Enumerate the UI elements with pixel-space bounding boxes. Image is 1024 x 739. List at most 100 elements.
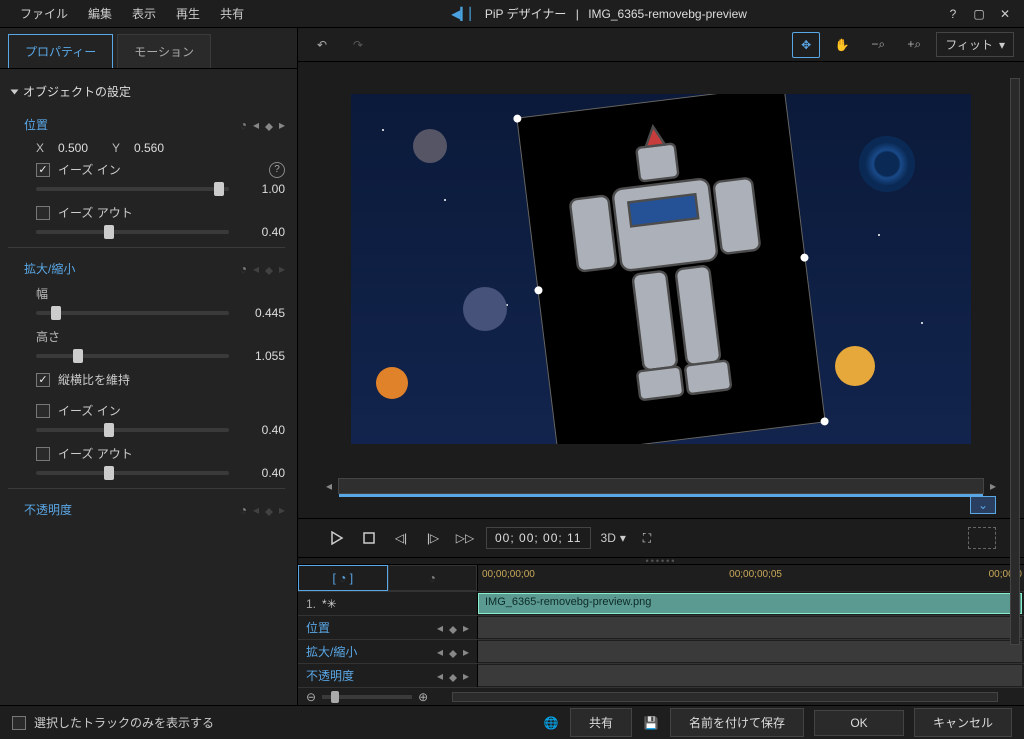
fast-forward-icon[interactable]: ▷▷ [454,527,476,549]
prev-frame-icon[interactable]: ◁| [390,527,412,549]
scale-width-label: 幅 [36,285,285,302]
close-icon[interactable]: ✕ [996,5,1014,23]
next-keyframe-icon[interactable]: ▸ [279,262,285,276]
ease-in-label: イーズ イン [58,161,121,178]
timeline-ruler[interactable]: 00;00;00;00 00;00;00;05 00;00;0 [478,565,1024,591]
timeline-scrollbar[interactable] [452,692,998,702]
next-keyframe-icon[interactable]: ▸ [279,503,285,517]
save-as-button[interactable]: 名前を付けて保存 [670,708,804,737]
snapshot-icon[interactable] [968,527,996,549]
track-scale[interactable]: 拡大/縮小 ◂▸ [298,640,478,663]
scale-ease-in-slider[interactable] [36,428,229,432]
keyframe-icon[interactable] [265,119,273,127]
maximize-icon[interactable]: ▢ [970,5,988,23]
help-icon[interactable]: ? [269,162,285,178]
pip-object[interactable] [516,94,825,444]
collapse-toggle[interactable]: ⌄ [970,496,996,514]
keyframe-icon[interactable] [265,504,273,512]
zoom-in-icon[interactable]: ⊕ [418,690,428,704]
show-selected-only-checkbox[interactable] [12,716,26,730]
scale-ease-out-value[interactable]: 0.40 [239,466,285,480]
seek-bar[interactable] [338,478,984,494]
save-icon[interactable]: 💾 [642,714,660,732]
preview-canvas[interactable] [351,94,971,444]
position-y-value[interactable]: 0.560 [134,141,180,155]
keyframe-icon[interactable] [265,263,273,271]
menu-edit[interactable]: 編集 [78,1,122,26]
group-scale[interactable]: 拡大/縮小 [24,260,75,277]
globe-icon[interactable]: 🌐 [542,714,560,732]
playback-controls: ◁| |▷ ▷▷ 00; 00; 00; 11 3D▾ ⛶ [298,518,1024,558]
hand-tool-icon[interactable]: ✋ [828,32,856,58]
menu-view[interactable]: 表示 [122,1,166,26]
zoom-out-icon[interactable]: −⌕ [864,32,892,58]
menu-share[interactable]: 共有 [210,1,254,26]
help-icon[interactable]: ? [944,5,962,23]
properties-panel: プロパティー モーション オブジェクトの設定 位置 ◔ ◂ ▸ [0,28,298,705]
ease-out-checkbox[interactable] [36,206,50,220]
section-object-settings[interactable]: オブジェクトの設定 [8,77,285,106]
position-x-value[interactable]: 0.500 [58,141,104,155]
tab-motion[interactable]: モーション [117,34,211,68]
seek-end-icon[interactable]: ▸ [990,479,996,493]
prev-keyframe-icon[interactable]: ◂ [253,262,259,276]
scale-width-slider[interactable] [36,311,229,315]
ease-in-checkbox[interactable] [36,163,50,177]
clip[interactable]: IMG_6365-removebg-preview.png [478,593,1022,614]
next-frame-icon[interactable]: |▷ [422,527,444,549]
clip-track-head[interactable]: 1. *✳ [298,592,478,615]
timecode-field[interactable]: 00; 00; 00; 11 [486,527,591,549]
stopwatch-icon[interactable]: ◔ [240,262,247,276]
scale-ease-in-checkbox[interactable] [36,404,50,418]
keep-ratio-label: 縦横比を維持 [58,371,130,388]
scale-ease-in-value[interactable]: 0.40 [239,423,285,437]
timeline-mode-clip[interactable]: ◔ [388,565,478,591]
zoom-in-icon[interactable]: +⌕ [900,32,928,58]
share-button[interactable]: 共有 [570,708,632,737]
ease-in-slider[interactable] [36,187,229,191]
track-position[interactable]: 位置 ◂▸ [298,616,478,639]
scale-ease-out-slider[interactable] [36,471,229,475]
scale-width-value[interactable]: 0.445 [239,306,285,320]
robot-image [517,94,824,444]
fullscreen-icon[interactable]: ⛶ [636,527,658,549]
cancel-button[interactable]: キャンセル [914,708,1012,737]
seek-start-icon[interactable]: ◂ [326,479,332,493]
scale-ease-out-checkbox[interactable] [36,447,50,461]
ease-out-value[interactable]: 0.40 [239,225,285,239]
menu-file[interactable]: ファイル [10,1,78,26]
window-title: ◀▎▏ PiP デザイナー | IMG_6365-removebg-previe… [254,5,944,22]
scale-height-value[interactable]: 1.055 [239,349,285,363]
ease-out-slider[interactable] [36,230,229,234]
show-selected-only-label: 選択したトラックのみを表示する [34,714,214,731]
stopwatch-icon[interactable]: ◔ [240,118,247,132]
undo-icon[interactable]: ↶ [308,32,336,58]
track-opacity[interactable]: 不透明度 ◂▸ [298,664,478,687]
ease-out-label: イーズ アウト [58,204,133,221]
stop-icon[interactable] [358,527,380,549]
scale-height-label: 高さ [36,328,285,345]
keep-ratio-checkbox[interactable] [36,373,50,387]
prev-keyframe-icon[interactable]: ◂ [253,503,259,517]
group-opacity[interactable]: 不透明度 [24,501,72,518]
play-icon[interactable] [326,527,348,549]
zoom-slider[interactable] [322,695,412,699]
ok-button[interactable]: OK [814,710,904,736]
scale-height-slider[interactable] [36,354,229,358]
group-position[interactable]: 位置 [24,116,48,133]
zoom-fit-dropdown[interactable]: フィット ▾ [936,32,1014,57]
zoom-out-icon[interactable]: ⊖ [306,690,316,704]
chevron-down-icon: ▾ [999,38,1005,52]
move-tool-icon[interactable]: ✥ [792,32,820,58]
timeline-mode-keyframe[interactable]: [ ◔ ] [298,565,388,591]
ease-in-value[interactable]: 1.00 [239,182,285,196]
prev-keyframe-icon[interactable]: ◂ [253,118,259,132]
stopwatch-icon[interactable]: ◔ [240,503,247,517]
preview-scrollbar[interactable] [1010,78,1020,645]
menu-play[interactable]: 再生 [166,1,210,26]
next-keyframe-icon[interactable]: ▸ [279,118,285,132]
asterisk-icon: *✳ [322,597,337,611]
tab-properties[interactable]: プロパティー [8,34,113,68]
redo-icon[interactable]: ↷ [344,32,372,58]
3d-dropdown[interactable]: 3D▾ [601,531,626,545]
